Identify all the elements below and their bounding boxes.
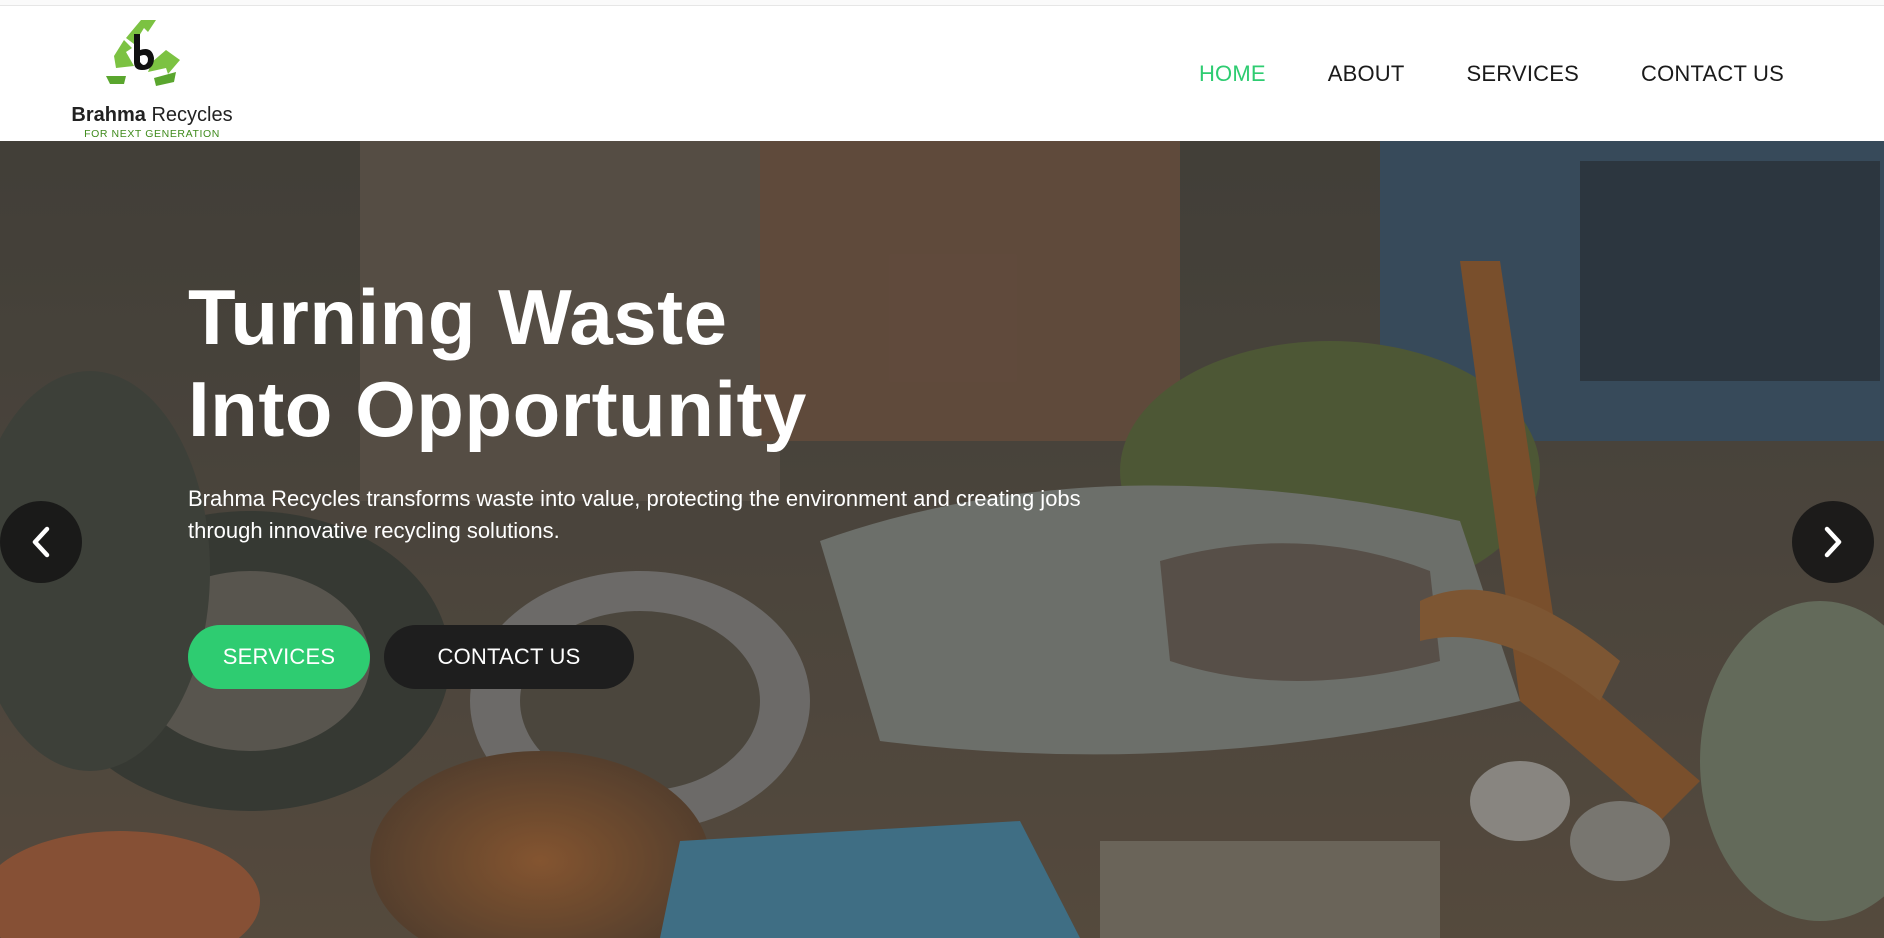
hero-title-line2: Into Opportunity [188, 365, 807, 453]
services-button[interactable]: SERVICES [188, 625, 370, 689]
hero-title-line1: Turning Waste [188, 273, 728, 361]
recycle-logo-icon [106, 20, 180, 86]
nav-services[interactable]: SERVICES [1467, 61, 1579, 87]
site-header: Brahma Recycles FOR NEXT GENERATION HOME… [0, 6, 1884, 141]
brand-tagline: FOR NEXT GENERATION [84, 128, 220, 140]
chevron-left-icon [32, 526, 50, 558]
nav-home[interactable]: HOME [1199, 61, 1266, 87]
hero-content: Turning Waste Into Opportunity Brahma Re… [188, 271, 1188, 689]
nav-contact-us[interactable]: CONTACT US [1641, 61, 1784, 87]
nav-about[interactable]: ABOUT [1328, 61, 1405, 87]
contact-us-button[interactable]: CONTACT US [384, 625, 634, 689]
hero-buttons: SERVICES CONTACT US [188, 625, 1188, 689]
chevron-right-icon [1824, 526, 1842, 558]
slider-prev-button[interactable] [0, 501, 82, 583]
slider-next-button[interactable] [1792, 501, 1874, 583]
hero-slider: Turning Waste Into Opportunity Brahma Re… [0, 141, 1884, 938]
hero-subtitle: Brahma Recycles transforms waste into va… [188, 486, 1081, 543]
brand-logo[interactable]: Brahma Recycles FOR NEXT GENERATION [62, 16, 242, 140]
main-nav: HOME ABOUT SERVICES CONTACT US [1199, 6, 1784, 141]
hero-title: Turning Waste Into Opportunity [188, 271, 1188, 455]
brand-name: Brahma Recycles [71, 104, 233, 126]
